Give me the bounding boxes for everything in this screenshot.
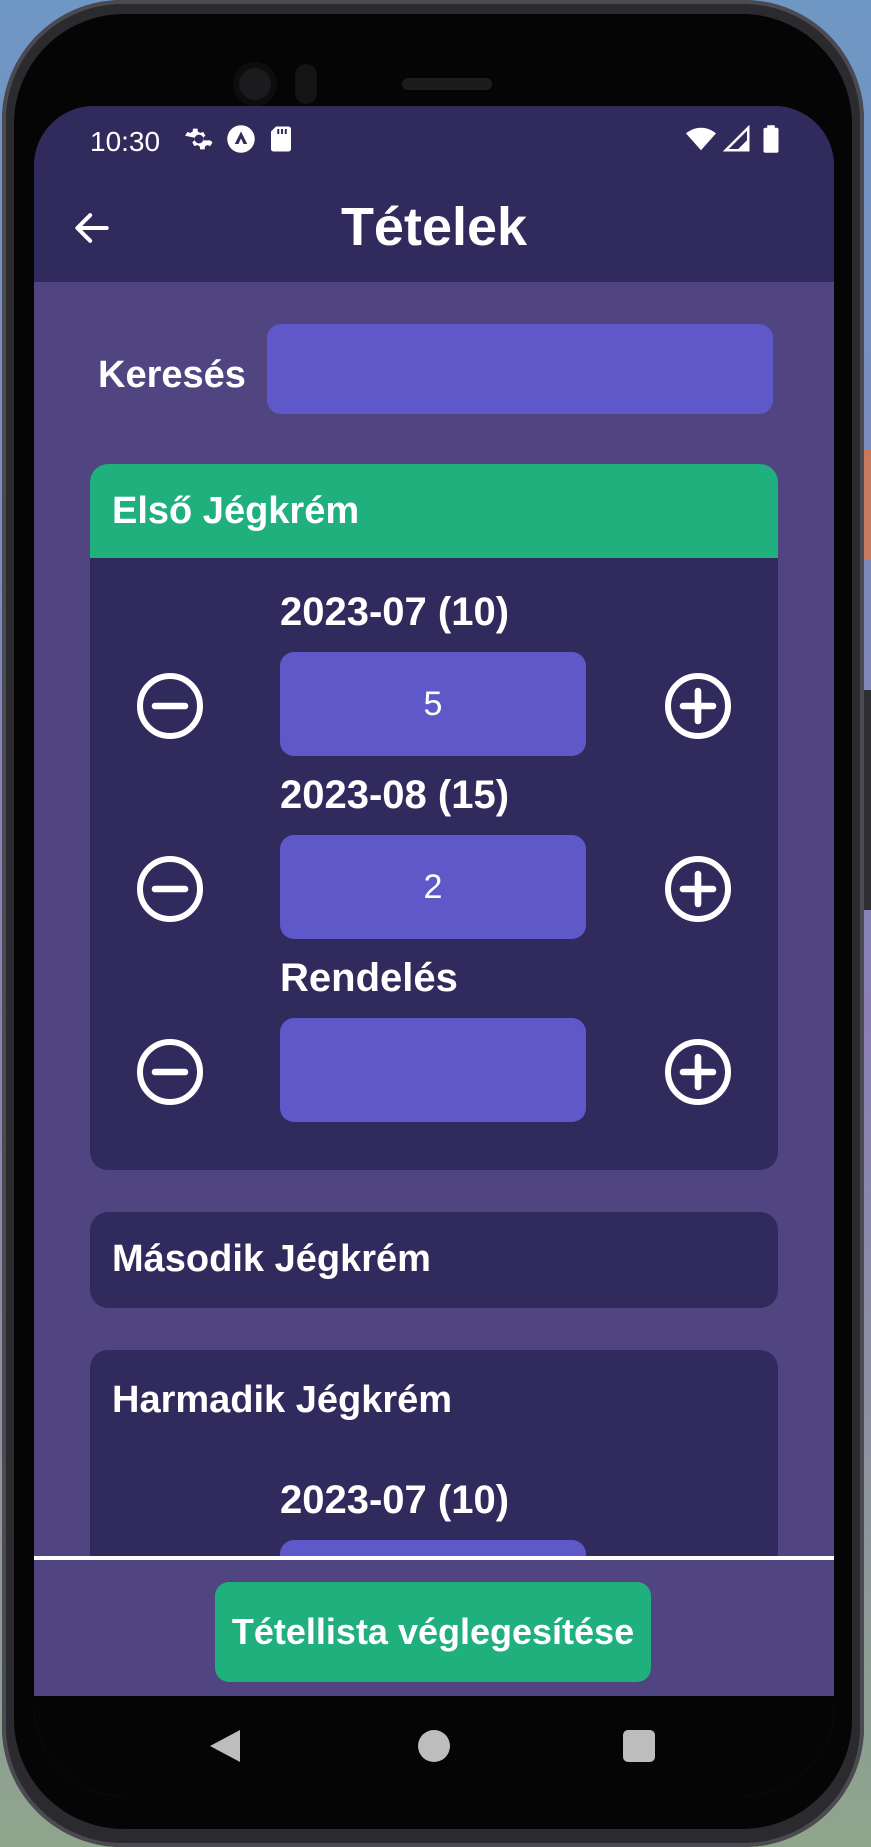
finalize-list-button[interactable]: Tétellista véglegesítése: [215, 1582, 651, 1682]
search-label: Keresés: [98, 354, 246, 396]
quantity-field[interactable]: 5: [280, 652, 586, 756]
item-name: Második Jégkrém: [112, 1237, 431, 1280]
item-card: Második Jégkrém: [90, 1212, 778, 1308]
item-card-header[interactable]: Második Jégkrém: [90, 1212, 778, 1306]
item-name: Harmadik Jégkrém: [112, 1378, 453, 1421]
bottom-action-bar: Tétellista véglegesítése: [34, 1556, 834, 1700]
item-card: Első Jégkrém 2023-07 (10) 5 2023-08 (15)…: [90, 464, 778, 1170]
proximity-sensor: [295, 64, 317, 104]
home-circle-icon[interactable]: [418, 1730, 450, 1762]
signal-icon: [722, 124, 750, 152]
wifi-icon: [686, 127, 716, 151]
row-label: 2023-08 (15): [280, 773, 510, 817]
minus-circle-icon[interactable]: [134, 1036, 206, 1108]
status-bar: 10:30: [34, 106, 834, 176]
app-screen: 10:30 Tételek Keresés Első Jégkrém 2023-…: [34, 106, 834, 1796]
system-nav-bar: [34, 1696, 834, 1796]
row-label: Rendelés: [280, 956, 458, 1000]
battery-icon: [763, 125, 779, 153]
search-input[interactable]: [267, 324, 773, 414]
recents-square-icon[interactable]: [623, 1730, 655, 1762]
item-card-header[interactable]: Első Jégkrém: [90, 464, 778, 558]
plus-circle-icon[interactable]: [662, 1036, 734, 1108]
quantity-field[interactable]: 2: [280, 835, 586, 939]
row-label: 2023-07 (10): [280, 590, 510, 634]
status-time: 10:30: [90, 126, 161, 157]
earpiece-speaker: [402, 78, 492, 90]
item-card-header[interactable]: Harmadik Jégkrém: [90, 1350, 778, 1450]
order-quantity-field[interactable]: [280, 1018, 586, 1122]
back-triangle-icon[interactable]: [210, 1730, 240, 1762]
plus-circle-icon[interactable]: [662, 853, 734, 925]
phone-mockup: 10:30 Tételek Keresés Első Jégkrém 2023-…: [0, 0, 871, 1847]
minus-circle-icon[interactable]: [134, 670, 206, 742]
sd-card-icon: [271, 126, 291, 152]
app-bar: Tételek: [34, 176, 834, 282]
settings-icon: [185, 128, 213, 150]
item-list-area[interactable]: Keresés Első Jégkrém 2023-07 (10) 5 2023…: [34, 282, 834, 1662]
item-name: Első Jégkrém: [112, 489, 360, 532]
app-icon: [227, 125, 255, 153]
row-label: 2023-07 (10): [280, 1478, 510, 1522]
page-title: Tételek: [340, 197, 528, 257]
minus-circle-icon[interactable]: [134, 853, 206, 925]
front-camera: [233, 62, 277, 106]
plus-circle-icon[interactable]: [662, 670, 734, 742]
